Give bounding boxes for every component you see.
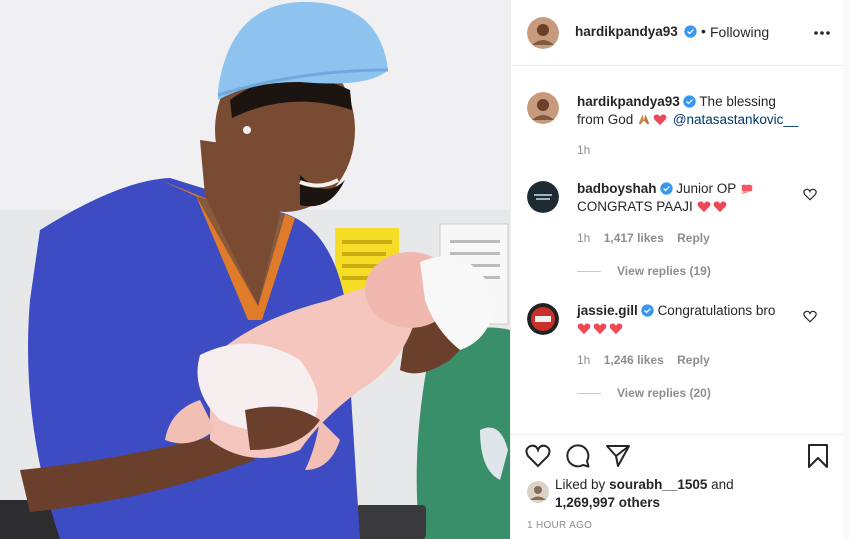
comment-time[interactable]: 1h [577, 231, 590, 245]
comment-text-line1: Junior OP [676, 181, 737, 196]
share-icon[interactable] [605, 443, 631, 469]
comment-text-line2: CONGRATS PAAJI [577, 199, 693, 214]
verified-icon [683, 95, 696, 108]
caption-body: hardikpandya93 The blessing from God @na… [577, 93, 803, 129]
comment-body: jassie.gill Congratulations bro [577, 302, 803, 338]
post-photo-illustration [0, 0, 510, 539]
view-replies-button[interactable]: View replies (20) [577, 386, 711, 400]
heart-icon[interactable] [803, 188, 817, 201]
instagram-post-view: hardikpandya93 • Following hardikpandya9… [0, 0, 850, 539]
caption-meta: 1h [577, 143, 600, 157]
comment-meta: 1h 1,246 likes Reply [577, 353, 720, 367]
reply-button[interactable]: Reply [677, 353, 710, 367]
red-heart-icon [609, 323, 623, 335]
liked-by-prefix: Liked by [555, 477, 606, 492]
red-heart-icon [577, 323, 591, 335]
view-replies-button[interactable]: View replies (19) [577, 264, 711, 278]
reply-button[interactable]: Reply [677, 231, 710, 245]
comment-username[interactable]: jassie.gill [577, 303, 638, 318]
red-heart-icon [713, 201, 726, 213]
more-icon[interactable] [813, 26, 831, 40]
post-photo[interactable] [0, 0, 510, 539]
caption-time[interactable]: 1h [577, 143, 590, 157]
post-timestamp[interactable]: 1 HOUR AGO [527, 520, 592, 531]
author-avatar[interactable] [527, 17, 559, 49]
replies-divider [577, 393, 601, 395]
comment-meta: 1h 1,417 likes Reply [577, 231, 720, 245]
verified-icon [659, 182, 673, 195]
comment-username[interactable]: badboyshah [577, 181, 657, 196]
post-actions: Liked by sourabh__1505 and 1,269,997 oth… [511, 434, 844, 539]
liked-by-summary: Liked by sourabh__1505 and 1,269,997 oth… [555, 476, 734, 512]
verified-icon [641, 304, 654, 317]
liked-by-others[interactable]: 1,269,997 others [555, 495, 660, 510]
red-heart-icon [593, 323, 607, 335]
caption-mention[interactable]: @natasastankovic__ [673, 112, 799, 127]
comment-body: badboyshah Junior OP 💯 CONGRATS PAAJI [577, 180, 803, 216]
comment-avatar[interactable] [527, 181, 559, 213]
praying-hands-icon [638, 114, 650, 125]
liked-by-user[interactable]: sourabh__1505 [609, 477, 707, 492]
caption-username[interactable]: hardikpandya93 [577, 94, 680, 109]
heart-icon[interactable] [803, 310, 817, 323]
follow-separator: • [701, 23, 706, 39]
post-header: hardikpandya93 • Following [511, 0, 844, 66]
view-replies-label: View replies (19) [617, 264, 711, 278]
comment-time[interactable]: 1h [577, 353, 590, 367]
comment-likes[interactable]: 1,417 likes [604, 231, 664, 245]
verified-icon [684, 25, 697, 38]
comments-list[interactable]: hardikpandya93 The blessing from God @na… [511, 67, 844, 434]
hundred-points-icon: 💯 [741, 184, 753, 194]
caption-avatar[interactable] [527, 92, 559, 124]
liked-by-and: and [711, 477, 734, 492]
comment-likes[interactable]: 1,246 likes [604, 353, 664, 367]
liker-avatar[interactable] [527, 481, 549, 503]
red-heart-icon [653, 114, 667, 126]
following-button[interactable]: Following [710, 24, 769, 40]
view-replies-label: View replies (20) [617, 386, 711, 400]
bookmark-icon[interactable] [805, 443, 831, 469]
heart-icon[interactable] [525, 443, 551, 469]
post-side-panel: hardikpandya93 • Following hardikpandya9… [510, 0, 844, 539]
comment-icon[interactable] [565, 443, 591, 469]
replies-divider [577, 271, 601, 273]
author-username[interactable]: hardikpandya93 [575, 24, 678, 39]
red-heart-icon [697, 201, 710, 213]
page-margin [843, 0, 850, 539]
comment-avatar[interactable] [527, 303, 559, 335]
comment-text-line1: Congratulations bro [657, 303, 776, 318]
